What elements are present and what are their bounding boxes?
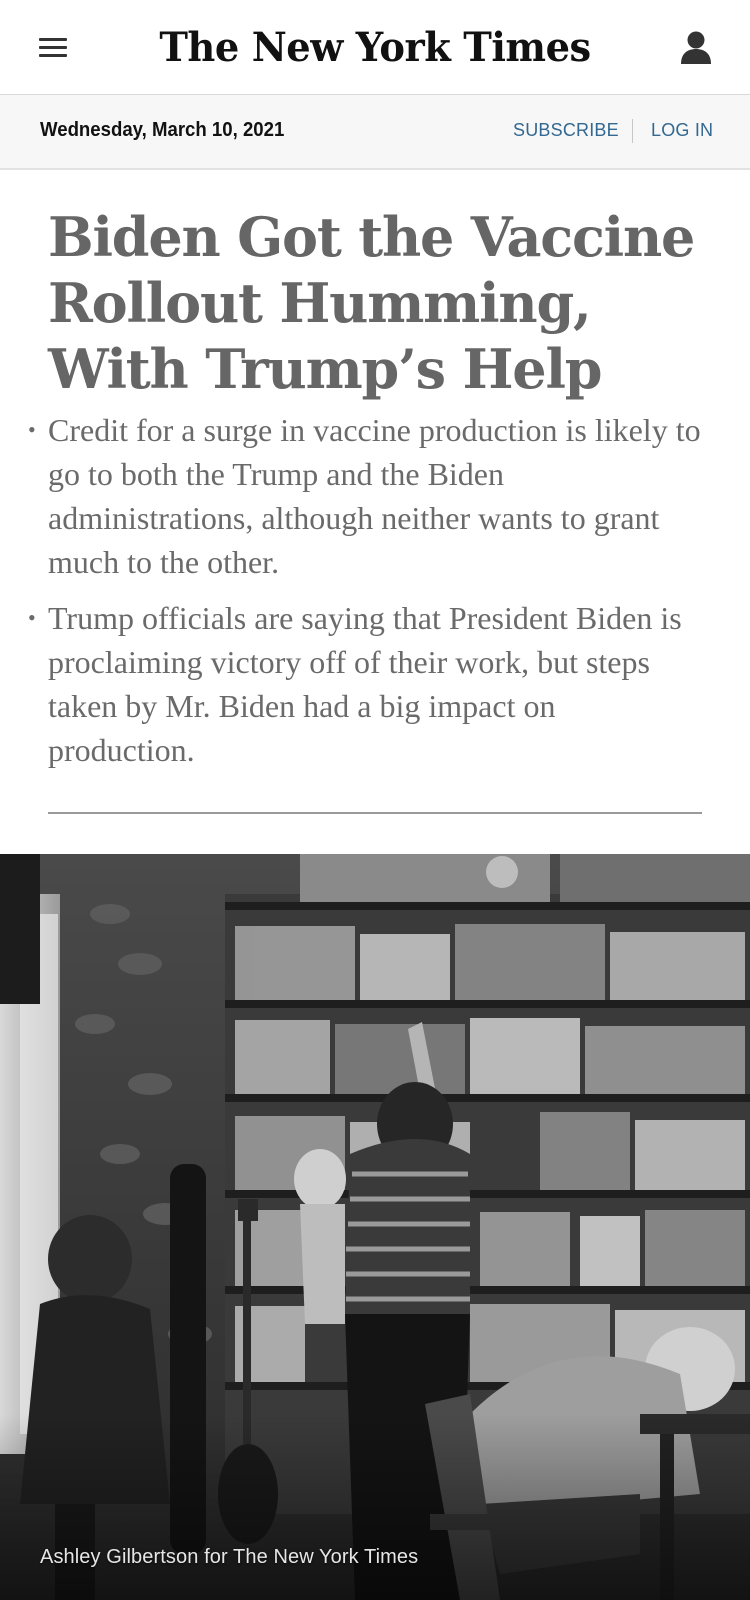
bullet-icon: • (28, 605, 36, 630)
article-headline[interactable]: Biden Got the Vaccine Rollout Humming, W… (48, 204, 728, 402)
summary-text: Trump officials are saying that Presiden… (48, 600, 682, 768)
section-divider (48, 812, 702, 814)
summary-text: Credit for a surge in vaccine production… (48, 412, 701, 580)
photo-credit: Ashley Gilbertson for The New York Times (40, 1546, 419, 1568)
top-header: The New York Times (0, 0, 750, 95)
link-divider (632, 119, 633, 143)
date-bar: Wednesday, March 10, 2021 SUBSCRIBE LOG … (0, 95, 750, 170)
login-link[interactable]: LOG IN (651, 120, 713, 141)
bullet-icon: • (28, 417, 36, 442)
user-account-icon[interactable] (678, 28, 714, 68)
article-lead-photo[interactable] (0, 854, 750, 1600)
nyt-logo[interactable]: The New York Times (15, 18, 735, 78)
summary-item: • Credit for a surge in vaccine producti… (28, 408, 708, 584)
summary-item: • Trump officials are saying that Presid… (28, 596, 708, 772)
article-summary-list: • Credit for a surge in vaccine producti… (28, 408, 708, 784)
current-date: Wednesday, March 10, 2021 (40, 119, 285, 141)
subscribe-link[interactable]: SUBSCRIBE (513, 120, 619, 141)
